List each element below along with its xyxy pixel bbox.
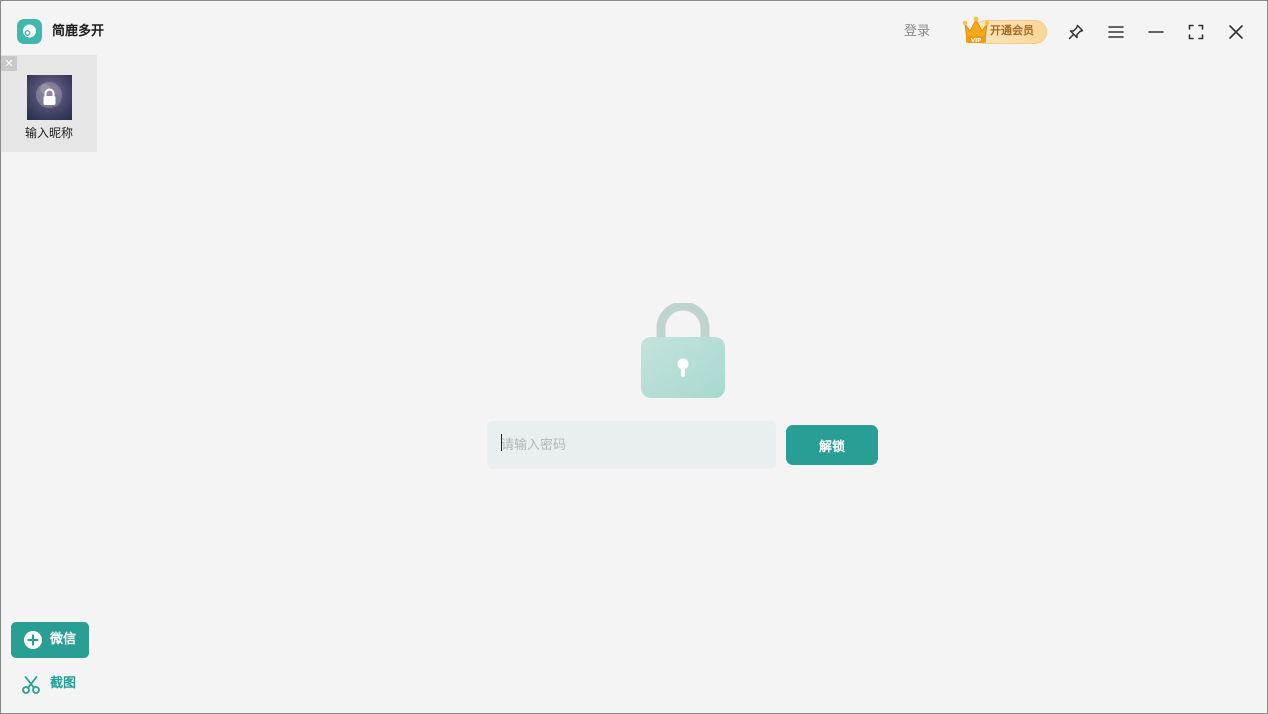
- scissors-icon: [22, 676, 40, 694]
- screenshot-label: 截图: [50, 676, 77, 691]
- password-input[interactable]: [501, 433, 761, 457]
- app-window: 简鹿多开 登录 VIP 开通会员 ✕ 输入昵称 微信 截图 解锁: [0, 0, 1268, 714]
- account-nickname: 输入昵称: [24, 126, 73, 140]
- crown-icon: VIP: [962, 16, 990, 44]
- maximize-icon[interactable]: [1186, 22, 1206, 42]
- plus-circle-icon: [24, 631, 42, 649]
- vip-label: 开通会员: [990, 24, 1034, 37]
- login-link[interactable]: 登录: [904, 23, 930, 41]
- minimize-icon[interactable]: [1146, 22, 1166, 42]
- account-item[interactable]: ✕ 输入昵称: [1, 55, 97, 152]
- add-wechat-label: 微信: [50, 632, 77, 647]
- pin-icon[interactable]: [1066, 22, 1086, 42]
- vip-badge-text: VIP: [971, 38, 981, 44]
- app-logo-icon: [17, 19, 42, 44]
- app-title: 简鹿多开: [52, 24, 105, 39]
- close-icon[interactable]: [1226, 22, 1246, 42]
- avatar: [27, 75, 72, 120]
- sidebar: ✕ 输入昵称 微信 截图: [1, 55, 97, 713]
- lock-icon: [641, 303, 725, 398]
- menu-icon[interactable]: [1106, 22, 1126, 42]
- password-field-container[interactable]: [487, 421, 776, 469]
- vip-membership-button[interactable]: VIP 开通会员: [962, 16, 1048, 45]
- add-wechat-button[interactable]: 微信: [11, 622, 89, 658]
- screenshot-button[interactable]: 截图: [21, 673, 91, 695]
- avatar-lock-icon: [43, 88, 56, 105]
- unlock-button[interactable]: 解锁: [786, 425, 878, 465]
- title-bar[interactable]: 简鹿多开 登录 VIP 开通会员: [1, 1, 1267, 55]
- text-caret: [501, 434, 502, 451]
- account-close-icon[interactable]: ✕: [1, 56, 17, 71]
